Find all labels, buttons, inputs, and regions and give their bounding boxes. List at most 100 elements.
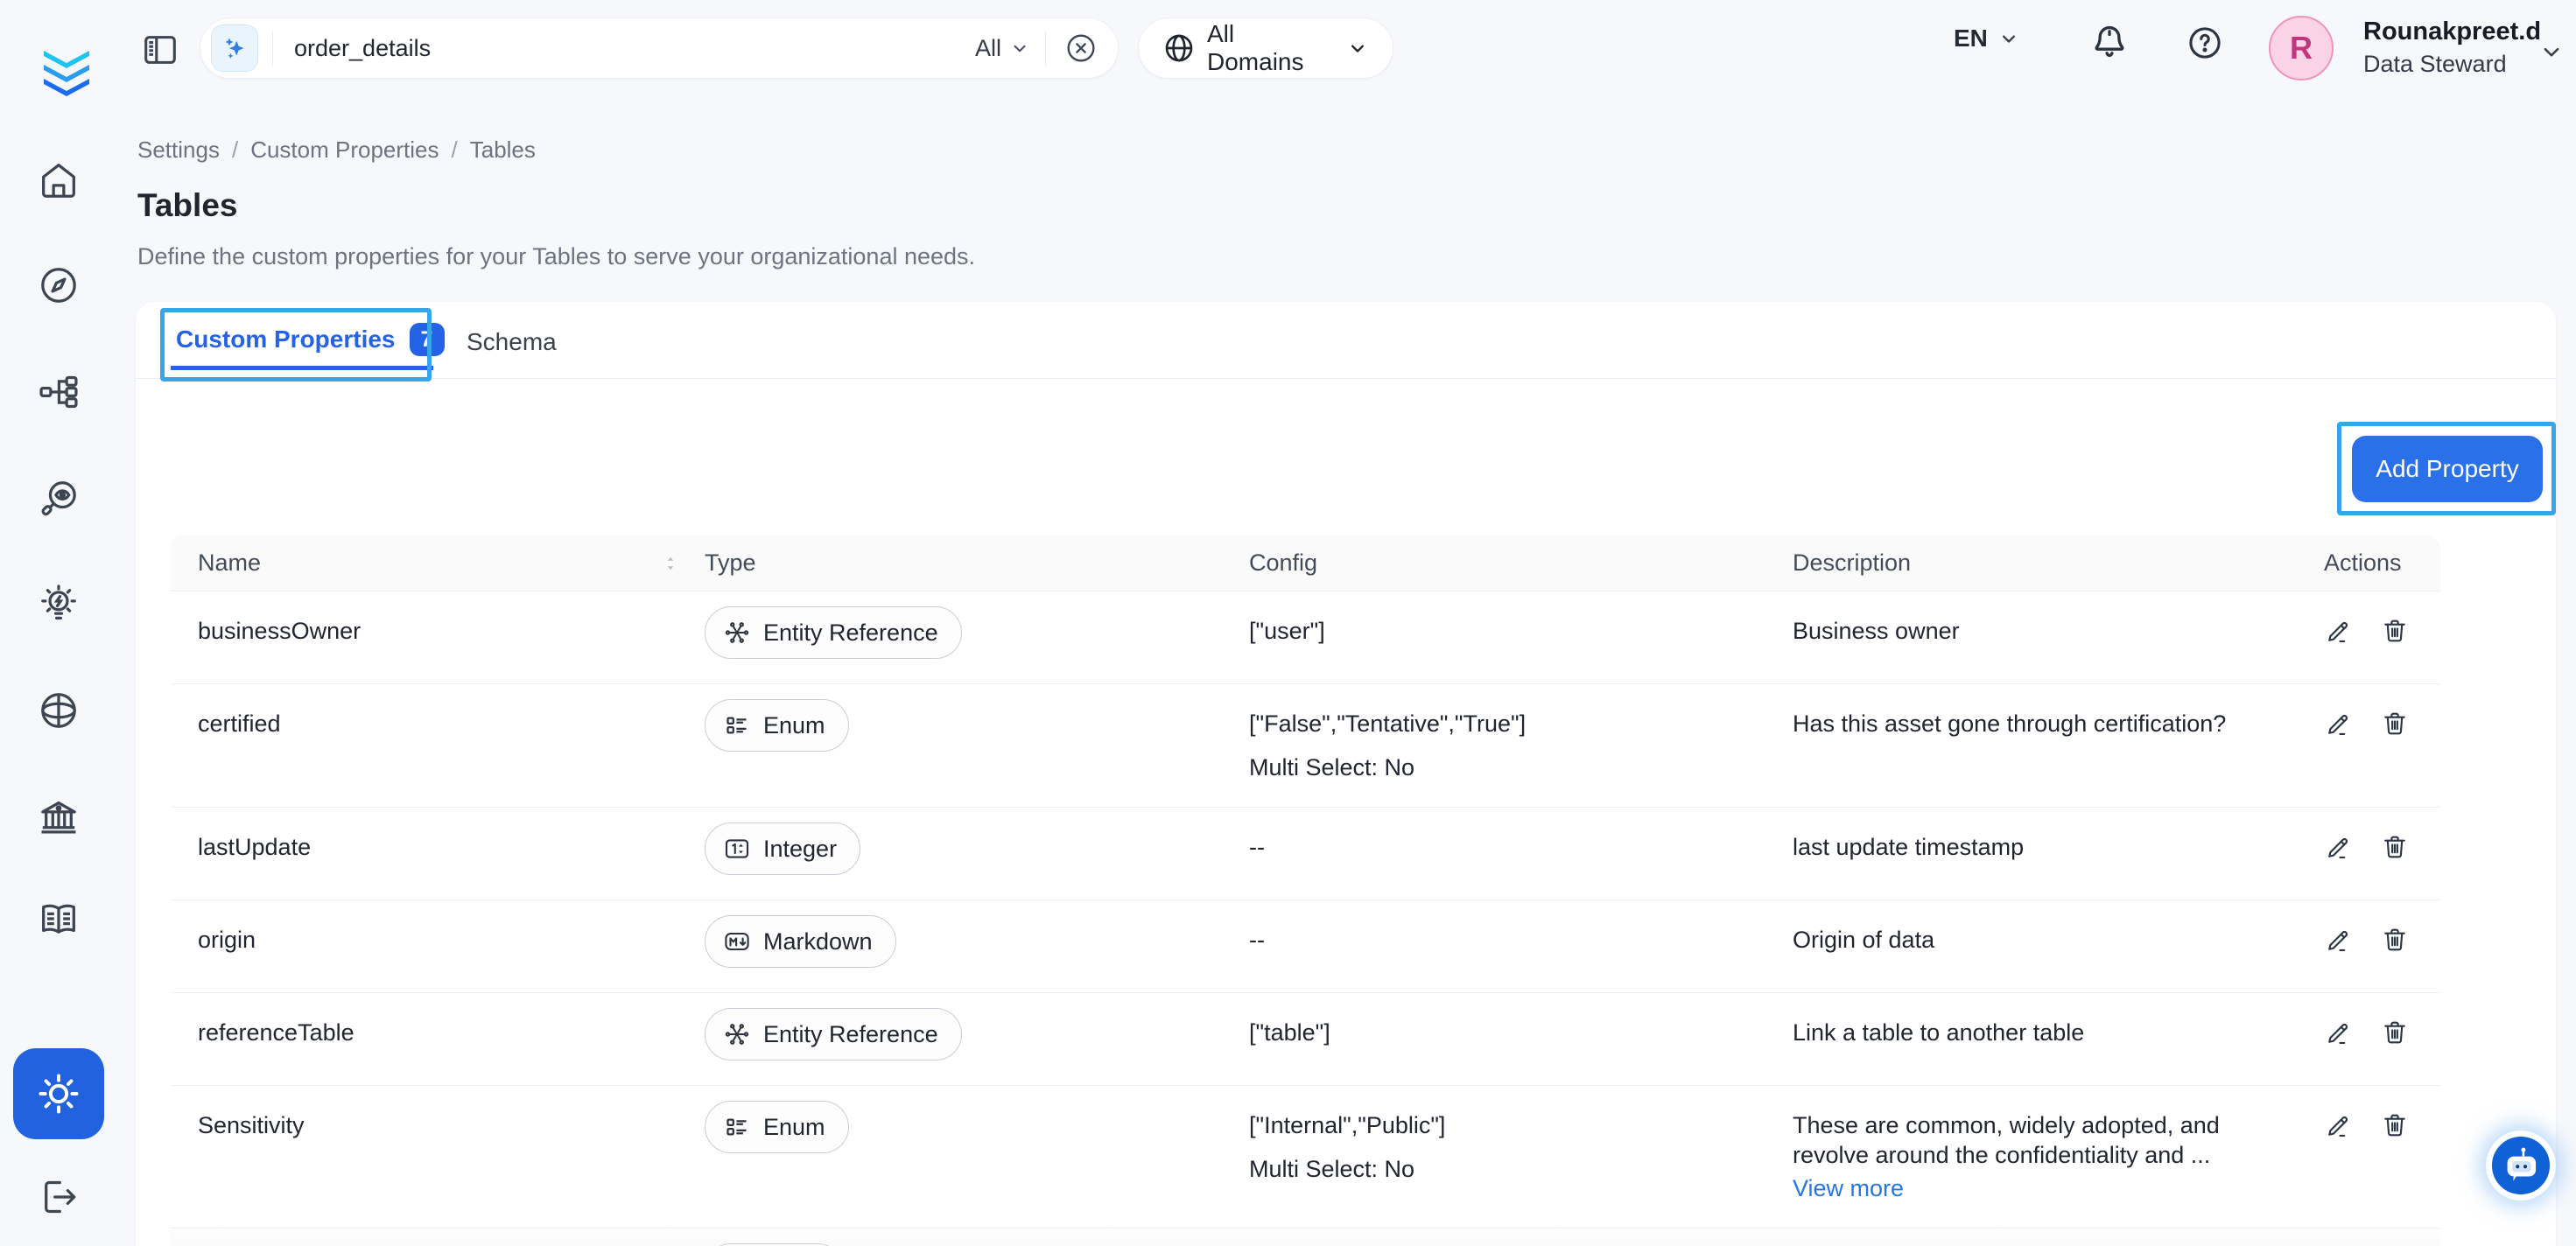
chevron-down-icon: [1008, 37, 1031, 60]
sidebar-item-logout[interactable]: [34, 1172, 83, 1222]
table-row: businessOwnerEntity Reference ["user"]Bus…: [171, 592, 2440, 684]
type-badge: Integer: [705, 822, 860, 875]
robot-icon: [2499, 1144, 2543, 1187]
property-description: Link a table to another table: [1793, 1018, 2324, 1047]
property-name: lastUpdate: [171, 832, 705, 862]
globe-icon: [1162, 31, 1197, 66]
tab-custom-properties[interactable]: Custom Properties 7: [176, 323, 445, 356]
table-row: originMarkdown--Origin of data: [171, 900, 2440, 993]
config-line: ["user"]: [1249, 616, 1793, 646]
config-line: --: [1249, 925, 1793, 955]
property-config: ["Internal","Public"] Multi Select: No: [1249, 1110, 1793, 1184]
config-line: --: [1249, 832, 1793, 862]
delete-button[interactable]: [2380, 1110, 2410, 1140]
table-row: SensitivityEnum ["Internal","Public"] Mult…: [171, 1086, 2440, 1228]
breadcrumb-tables[interactable]: Tables: [470, 136, 536, 164]
sidebar-item-settings[interactable]: [13, 1048, 104, 1139]
property-name: referenceTable: [171, 1018, 705, 1047]
column-header-config: Config: [1249, 550, 1793, 577]
sidebar-item-lineage[interactable]: [34, 368, 83, 416]
sidebar-item-domains[interactable]: [34, 686, 83, 735]
view-more-link[interactable]: View more: [1793, 1173, 1904, 1203]
enum-icon: [721, 1111, 753, 1143]
logout-icon: [36, 1174, 81, 1220]
enum-icon: [721, 710, 753, 741]
sidebar-item-home[interactable]: [34, 156, 83, 205]
delete-button[interactable]: [2380, 832, 2410, 862]
type-label: Enum: [763, 712, 825, 739]
sidebar-item-observability[interactable]: [34, 474, 83, 523]
profile-menu-button[interactable]: [2537, 37, 2566, 66]
domains-filter-button[interactable]: All Domains: [1138, 18, 1393, 79]
language-selector[interactable]: EN: [1954, 24, 2021, 52]
column-header-name[interactable]: Name: [171, 550, 705, 577]
table-row: lastUpdate Integer --last update timestamp: [171, 808, 2440, 900]
property-name: Sensitivity: [171, 1110, 705, 1140]
sidebar-item-insights[interactable]: [34, 578, 83, 627]
panel-toggle-icon: [140, 30, 180, 70]
global-search: All: [200, 18, 1119, 79]
add-property-button[interactable]: Add Property: [2352, 436, 2543, 502]
description-text: These are common, widely adopted, and re…: [1793, 1110, 2289, 1170]
edit-button[interactable]: [2324, 1110, 2354, 1140]
property-description: Business owner: [1793, 616, 2324, 646]
delete-button[interactable]: [2380, 925, 2410, 955]
ai-sparkle-icon[interactable]: [211, 24, 258, 72]
chat-bot-button[interactable]: [2488, 1132, 2554, 1199]
breadcrumb-custom-properties[interactable]: Custom Properties: [250, 136, 439, 164]
clear-search-button[interactable]: [1063, 31, 1098, 66]
property-description: These are common, widely adopted, and re…: [1793, 1110, 2324, 1203]
table-row: tableTypeTableColumns:Testing: [171, 1228, 2440, 1246]
breadcrumb-settings[interactable]: Settings: [137, 136, 220, 164]
question-icon: [2185, 23, 2225, 63]
tab-schema[interactable]: Schema: [467, 328, 557, 356]
search-scope-dropdown[interactable]: All: [975, 35, 1031, 62]
type-label: Integer: [763, 836, 837, 863]
delete-button[interactable]: [2380, 709, 2410, 738]
edit-button[interactable]: [2324, 616, 2354, 646]
sort-icon[interactable]: [659, 552, 682, 575]
type-badge: Enum: [705, 699, 849, 752]
avatar[interactable]: R: [2269, 16, 2334, 80]
edit-button[interactable]: [2324, 1018, 2354, 1047]
type-badge: Enum: [705, 1101, 849, 1153]
sidebar-collapse-button[interactable]: [140, 30, 180, 70]
sidebar: [0, 0, 117, 1246]
property-name: certified: [171, 709, 705, 738]
table-row: referenceTable Entity Reference ["table"]L…: [171, 993, 2440, 1086]
user-role: Data Steward: [2363, 51, 2507, 78]
sidebar-item-govern[interactable]: [34, 793, 83, 842]
search-input[interactable]: [273, 34, 975, 63]
app-root: All All Domains EN R Rounakpreet.d Data …: [0, 0, 2576, 1246]
type-label: Entity Reference: [763, 1021, 938, 1048]
entity-reference-icon: [721, 1018, 753, 1050]
sidebar-item-explore[interactable]: [34, 261, 83, 310]
type-badge: Entity Reference: [705, 606, 962, 659]
edit-button[interactable]: [2324, 709, 2354, 738]
config-line: ["table"]: [1249, 1018, 1793, 1047]
delete-button[interactable]: [2380, 1018, 2410, 1047]
chevron-down-icon: [1345, 36, 1370, 60]
active-tab-underline: [171, 366, 433, 370]
page-subtitle: Define the custom properties for your Ta…: [137, 243, 975, 270]
tab-bar: Custom Properties 7 Schema: [136, 302, 2556, 379]
globe-icon: [36, 688, 81, 733]
config-line: ["False","Tentative","True"]: [1249, 709, 1793, 738]
property-description: last update timestamp: [1793, 832, 2324, 862]
edit-button[interactable]: [2324, 925, 2354, 955]
help-button[interactable]: [2185, 23, 2225, 63]
notifications-button[interactable]: [2088, 19, 2131, 63]
property-name: businessOwner: [171, 616, 705, 646]
entity-reference-icon: [721, 617, 753, 648]
config-line: Multi Select: No: [1249, 1154, 1793, 1184]
user-name: Rounakpreet.d: [2363, 18, 2541, 46]
delete-button[interactable]: [2380, 616, 2410, 646]
edit-button[interactable]: [2324, 832, 2354, 862]
config-line: ["Internal","Public"]: [1249, 1110, 1793, 1140]
app-logo[interactable]: [30, 33, 103, 105]
column-header-description: Description: [1793, 550, 2324, 577]
sidebar-item-glossary[interactable]: [34, 894, 83, 943]
description-text: Has this asset gone through certificatio…: [1793, 709, 2289, 738]
markdown-icon: [721, 926, 753, 957]
gear-icon: [34, 1069, 83, 1118]
